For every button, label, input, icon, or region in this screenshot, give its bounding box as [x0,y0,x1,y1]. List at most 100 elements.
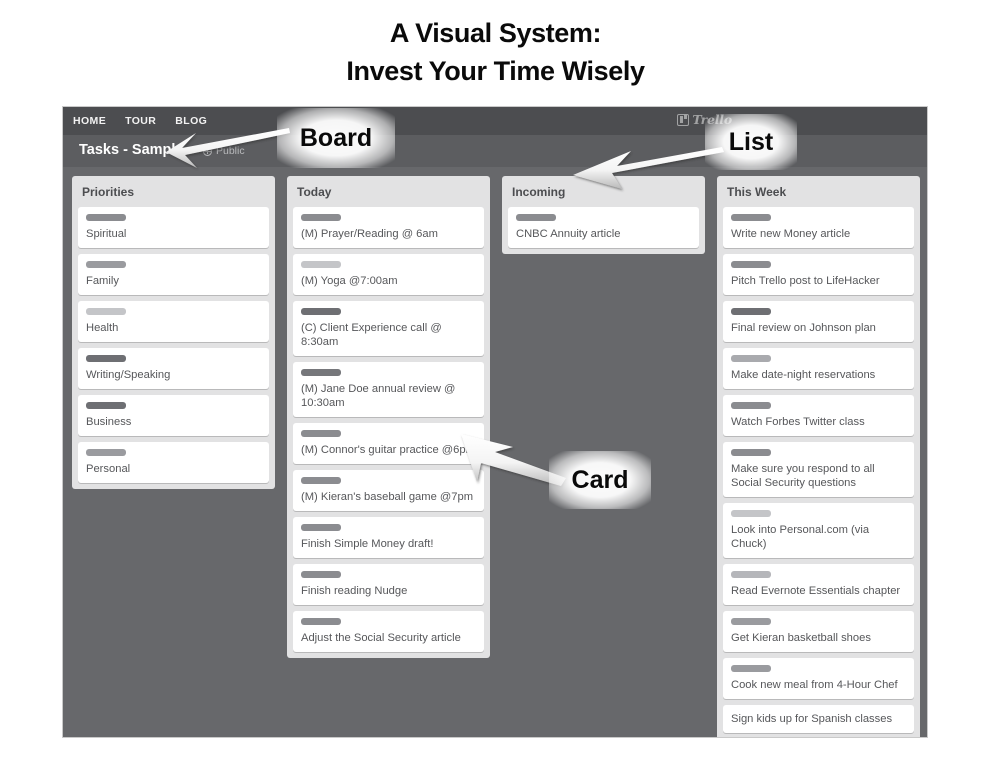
list-title[interactable]: This Week [723,182,914,207]
card-title: Writing/Speaking [86,369,171,381]
card-title: Make date-night reservations [731,369,876,381]
card[interactable]: Sign kids up for Spanish classes [723,705,914,733]
card-label-chip [86,402,126,409]
card[interactable]: Final review on Johnson plan [723,301,914,342]
nav-links: HOME TOUR BLOG [73,115,207,127]
card[interactable]: Write new Money article [723,207,914,248]
card[interactable]: (C) Client Experience call @ 8:30am [293,301,484,356]
card-title: Health [86,322,119,334]
callout-card: Card [549,451,651,509]
card-title: Read Evernote Essentials chapter [731,585,901,597]
card-title: (M) Connor's guitar practice @6pm [301,444,475,456]
card-label-chip [301,369,341,376]
board-lists-area: Priorities Spiritual Family Health Writing/S… [63,167,927,737]
board-header-bar: Tasks - Sample Public [63,135,927,167]
nav-link-tour[interactable]: TOUR [125,115,156,127]
card[interactable]: Pitch Trello post to LifeHacker [723,254,914,295]
card[interactable]: Make date-night reservations [723,348,914,389]
card-label-chip [731,402,771,409]
card-label-chip [731,355,771,362]
card-label-chip [731,449,771,456]
list-title[interactable]: Priorities [78,182,269,207]
card-label-chip [301,477,341,484]
card[interactable]: Cook new meal from 4-Hour Chef [723,658,914,699]
card-title: Family [86,275,119,287]
card-title: Look into Personal.com (via Chuck) [731,524,870,550]
card[interactable]: Writing/Speaking [78,348,269,389]
trello-screenshot: HOME TOUR BLOG Trello Tasks - Sample Pub… [62,106,928,738]
card[interactable]: (M) Kieran's baseball game @7pm [293,470,484,511]
list-column[interactable]: Incoming CNBC Annuity article [502,176,705,254]
card[interactable]: Health [78,301,269,342]
board-name[interactable]: Tasks - Sample [79,142,184,158]
card-title: CNBC Annuity article [516,228,621,240]
card[interactable]: (M) Prayer/Reading @ 6am [293,207,484,248]
card-title: Write new Money article [731,228,851,240]
card-label-chip [516,214,556,221]
card-title: (M) Prayer/Reading @ 6am [301,228,438,240]
card-label-chip [301,261,341,268]
card-label-chip [86,214,126,221]
card-title: (M) Kieran's baseball game @7pm [301,491,474,503]
card[interactable]: Look into Personal.com (via Chuck) [723,503,914,558]
card[interactable]: Spiritual [78,207,269,248]
card-title: Spiritual [86,228,127,240]
card-label-chip [301,618,341,625]
trello-board-icon [677,113,690,126]
card-title: Adjust the Social Security article [301,632,461,644]
top-navigation-bar: HOME TOUR BLOG Trello [63,107,927,135]
card-label-chip [301,430,341,437]
card-label-chip [731,665,771,672]
card-title: Personal [86,463,131,475]
page-title-line2: Invest Your Time Wisely [346,56,645,86]
card-label-chip [86,261,126,268]
card[interactable]: Watch Forbes Twitter class [723,395,914,436]
card[interactable]: Business [78,395,269,436]
list-column[interactable]: Today (M) Prayer/Reading @ 6am (M) Yoga @7… [287,176,490,658]
card-title: Pitch Trello post to LifeHacker [731,275,880,287]
list-column[interactable]: This Week Write new Money article Pitch Tr… [717,176,920,737]
card-label-chip [731,510,771,517]
card-title: Business [86,416,132,428]
card-title: (M) Yoga @7:00am [301,275,398,287]
card-label-chip [731,308,771,315]
card[interactable]: (M) Yoga @7:00am [293,254,484,295]
card[interactable]: Get Kieran basketball shoes [723,611,914,652]
card-label-chip [86,308,126,315]
card[interactable]: (M) Connor's guitar practice @6pm [293,423,484,464]
card-label-chip [86,449,126,456]
card[interactable]: Family [78,254,269,295]
card[interactable]: Finish reading Nudge [293,564,484,605]
card[interactable]: Adjust the Social Security article [293,611,484,652]
card-title: Make sure you respond to all Social Secu… [731,463,875,489]
callout-board: Board [277,108,395,168]
card-title: (M) Jane Doe annual review @ 10:30am [301,383,456,409]
page-title-line1: A Visual System: [389,18,602,48]
card-title: Cook new meal from 4-Hour Chef [731,679,898,691]
card-title: Final review on Johnson plan [731,322,876,334]
list-title[interactable]: Incoming [508,182,699,207]
card-label-chip [731,261,771,268]
page-root: A Visual System: Invest Your Time Wisely… [0,0,991,764]
card-title: Finish reading Nudge [301,585,408,597]
card[interactable]: Finish Simple Money draft! [293,517,484,558]
card-title: Finish Simple Money draft! [301,538,434,550]
card[interactable]: Make sure you respond to all Social Secu… [723,442,914,497]
card[interactable]: (M) Jane Doe annual review @ 10:30am [293,362,484,417]
nav-link-home[interactable]: HOME [73,115,106,127]
globe-icon [203,146,212,156]
card-label-chip [301,524,341,531]
card-label-chip [301,308,341,315]
card-label-chip [301,214,341,221]
card-title: Sign kids up for Spanish classes [731,713,893,725]
card[interactable]: Read Evernote Essentials chapter [723,564,914,605]
list-title[interactable]: Today [293,182,484,207]
list-column[interactable]: Priorities Spiritual Family Health Writing/S… [72,176,275,489]
nav-link-blog[interactable]: BLOG [175,115,207,127]
card-title: (C) Client Experience call @ 8:30am [301,322,442,348]
card[interactable]: CNBC Annuity article [508,207,699,248]
callout-list-label: List [728,127,774,156]
card[interactable]: Personal [78,442,269,483]
board-visibility[interactable]: Public [203,145,245,157]
card-label-chip [86,355,126,362]
